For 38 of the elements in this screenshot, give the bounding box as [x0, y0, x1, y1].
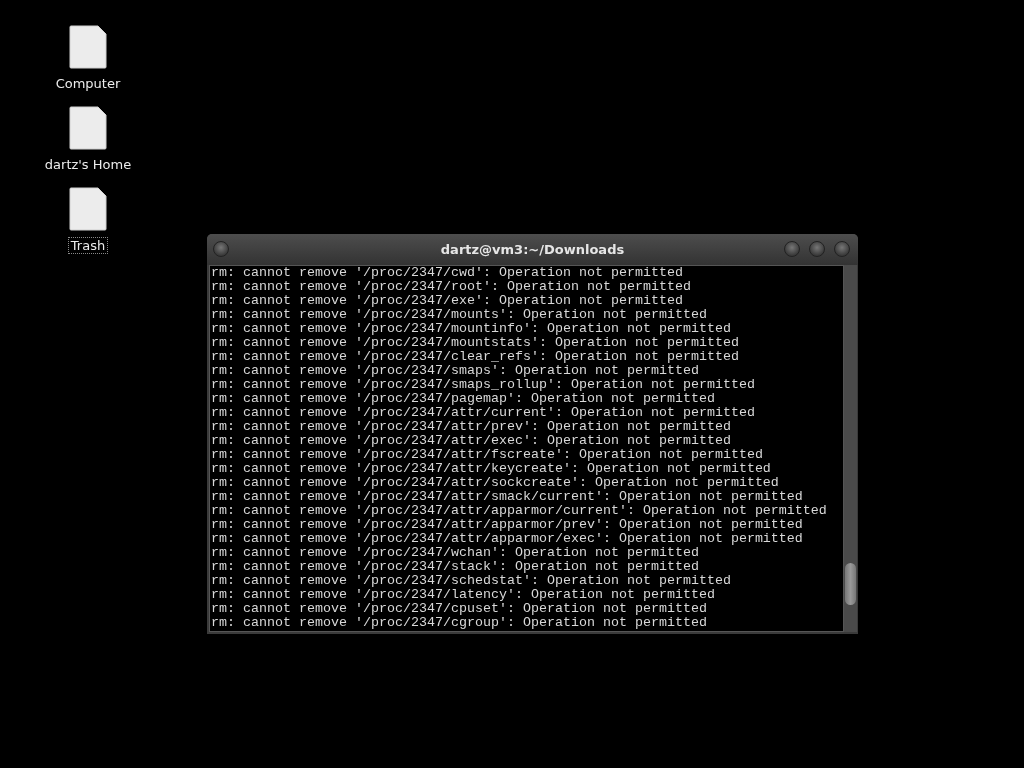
terminal-line: rm: cannot remove '/proc/2347/attr/exec': Operation not permitted	[211, 434, 732, 448]
window-title: dartz@vm3:~/Downloads	[440, 242, 625, 257]
terminal-line: rm: cannot remove '/proc/2347/schedstat': Operation not permitted	[211, 574, 732, 588]
terminal-line: rm: cannot remove '/proc/2347/root': Operation not permitted	[211, 280, 692, 294]
icon-label[interactable]: dartz's Home	[41, 156, 135, 173]
maximize-button[interactable]	[809, 241, 825, 257]
close-button[interactable]	[834, 241, 850, 257]
window-menu-button[interactable]	[213, 241, 229, 257]
terminal-line: rm: cannot remove '/proc/2347/exe': Operation not permitted	[211, 294, 684, 308]
terminal-line: rm: cannot remove '/proc/2347/clear_refs': Operation not permitted	[211, 350, 740, 364]
terminal-line: rm: cannot remove '/proc/2347/attr/current': Operation not permitted	[211, 406, 756, 420]
terminal-line: rm: cannot remove '/proc/2347/mountstats': Operation not permitted	[211, 336, 740, 350]
terminal-line: rm: cannot remove '/proc/2347/attr/keycreate': Operation not permitted	[211, 462, 772, 476]
scroll-thumb[interactable]	[845, 563, 856, 605]
terminal-line: rm: cannot remove '/proc/2347/smaps_rollup': Operation not permitted	[211, 378, 756, 392]
minimize-button[interactable]	[784, 241, 800, 257]
terminal-line: rm: cannot remove '/proc/2347/cgroup': Operation not permitted	[211, 616, 708, 630]
terminal-line: rm: cannot remove '/proc/2347/cwd': Operation not permitted	[211, 266, 684, 280]
terminal-line: rm: cannot remove '/proc/2347/pagemap': Operation not permitted	[211, 392, 716, 406]
icon-label[interactable]: Trash	[67, 237, 109, 254]
file-icon[interactable]	[69, 106, 107, 150]
terminal-line: rm: cannot remove '/proc/2347/smaps': Operation not permitted	[211, 364, 700, 378]
terminal-line: rm: cannot remove '/proc/2347/wchan': Operation not permitted	[211, 546, 700, 560]
terminal-line: rm: cannot remove '/proc/2347/mountinfo': Operation not permitted	[211, 322, 732, 336]
file-icon[interactable]	[69, 25, 107, 69]
terminal-line: rm: cannot remove '/proc/2347/mounts': Operation not permitted	[211, 308, 708, 322]
file-icon[interactable]	[69, 187, 107, 231]
terminal-line: rm: cannot remove '/proc/2347/attr/fscreate': Operation not permitted	[211, 448, 764, 462]
terminal-line: rm: cannot remove '/proc/2347/attr/apparmor/prev': Operation not permitted	[211, 518, 804, 532]
terminal-line: rm: cannot remove '/proc/2347/latency': Operation not permitted	[211, 588, 716, 602]
terminal-line: rm: cannot remove '/proc/2347/cpuset': Operation not permitted	[211, 602, 708, 616]
terminal-line: rm: cannot remove '/proc/2347/attr/sockcreate': Operation not permitted	[211, 476, 780, 490]
terminal-line: rm: cannot remove '/proc/2347/stack': Operation not permitted	[211, 560, 700, 574]
terminal-line: rm: cannot remove '/proc/2347/attr/apparmor/exec': Operation not permitted	[211, 532, 804, 546]
terminal-line: rm: cannot remove '/proc/2347/attr/prev': Operation not permitted	[211, 420, 732, 434]
terminal-line: rm: cannot remove '/proc/2347/attr/apparmor/current': Operation not permitted	[211, 504, 828, 518]
terminal-line: rm: cannot remove '/proc/2347/attr/smack/current': Operation not permitted	[211, 490, 804, 504]
icon-label[interactable]: Computer	[52, 75, 124, 92]
